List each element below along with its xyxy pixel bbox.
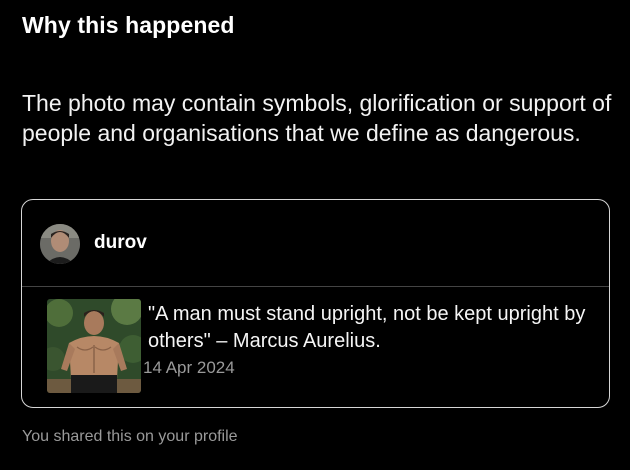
post-caption: "A man must stand upright, not be kept u… xyxy=(148,303,586,352)
post-thumbnail[interactable] xyxy=(47,299,141,393)
post-preview-card[interactable]: durov "A man must stand upright, not be … xyxy=(21,199,610,408)
post-username[interactable]: durov xyxy=(94,232,147,254)
post-date: 14 Apr 2024 xyxy=(143,358,235,377)
avatar[interactable] xyxy=(40,224,80,264)
post-author-header: durov xyxy=(22,200,609,287)
explanation-text: The photo may contain symbols, glorifica… xyxy=(22,90,612,146)
shared-note: You shared this on your profile xyxy=(22,428,238,445)
page-title: Why this happened xyxy=(22,12,235,38)
